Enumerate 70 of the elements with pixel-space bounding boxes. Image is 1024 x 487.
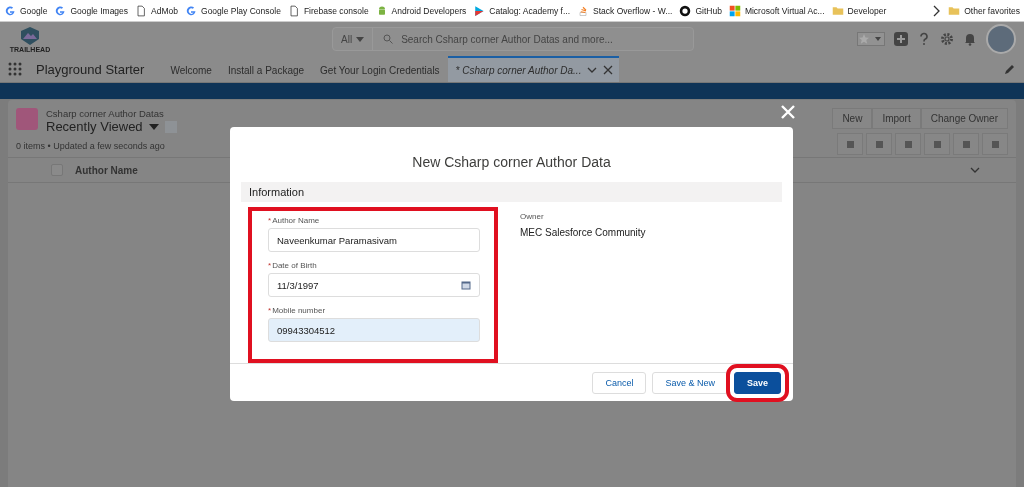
field-label: *Mobile number: [268, 306, 327, 315]
input-field[interactable]: 09943304512: [268, 318, 480, 342]
bookmark-link[interactable]: Google Images: [70, 5, 129, 16]
date-field[interactable]: 11/3/1997: [268, 273, 480, 297]
pencil-button[interactable]: [924, 133, 950, 155]
four-squares-icon: [728, 4, 741, 17]
close-icon[interactable]: [603, 65, 614, 75]
filter-button[interactable]: [982, 133, 1008, 155]
search-placeholder: Search Csharp corner Author Datas and more...: [401, 33, 613, 45]
settings-icon[interactable]: [940, 32, 954, 46]
field-label: *Date of Birth: [268, 261, 318, 270]
page-icon: [135, 4, 148, 17]
list-action-button[interactable]: Import: [872, 108, 921, 129]
plus-icon[interactable]: [894, 32, 908, 46]
page-icon: [287, 4, 300, 17]
table-button[interactable]: [866, 133, 892, 155]
object-name: Csharp corner Author Datas: [46, 108, 165, 119]
bookmark-link[interactable]: Google Play Console: [201, 5, 281, 16]
avatar[interactable]: [986, 24, 1016, 54]
bookmark-link[interactable]: Firebase console: [303, 5, 369, 16]
section-header: Information: [241, 182, 782, 202]
nav-tab[interactable]: Install a Package: [219, 56, 313, 82]
dialog-button[interactable]: Cancel: [592, 371, 647, 394]
help-icon[interactable]: [917, 32, 931, 46]
nav-tab[interactable]: Welcome: [162, 56, 220, 82]
field-label: *Author Name: [268, 216, 321, 225]
search-icon: [383, 34, 394, 44]
app-launcher-icon[interactable]: [8, 62, 22, 76]
play-triangle-icon: [473, 4, 486, 17]
chevron-down-icon[interactable]: [587, 65, 598, 75]
folder-icon: [948, 4, 961, 17]
object-icon: [16, 108, 38, 130]
stack-icon: [577, 4, 590, 17]
folder-icon: [831, 4, 844, 17]
g-letter-icon: [4, 4, 16, 17]
list-action-button[interactable]: Change Owner: [920, 108, 1008, 129]
caret-icon: [356, 35, 365, 43]
list-action-button[interactable]: New: [832, 108, 873, 129]
bookmark-link[interactable]: GitHub: [695, 5, 722, 16]
bookmark-link[interactable]: AdMob: [151, 5, 178, 16]
bookmark-link[interactable]: Developer: [847, 5, 887, 16]
list-view-name[interactable]: Recently Viewed: [46, 119, 143, 134]
chevron-right-icon[interactable]: [931, 4, 942, 17]
g-letter-icon: [54, 4, 67, 17]
chevron-down-icon[interactable]: [970, 165, 980, 175]
mountain-logo-icon: [19, 25, 41, 46]
bell-icon[interactable]: [963, 32, 977, 46]
nav-tab[interactable]: * Csharp corner Author Da...: [447, 56, 620, 82]
owner-label: Owner: [520, 212, 545, 221]
app-name: Playground Starter: [36, 61, 145, 77]
list-status: 0 items • Updated a few seconds ago: [15, 141, 166, 153]
modal-title: New Csharp corner Author Data: [411, 153, 612, 172]
dialog-button[interactable]: Save & New: [652, 371, 728, 394]
chart-button[interactable]: [953, 133, 979, 155]
gear-button[interactable]: [837, 133, 863, 155]
nav-tab[interactable]: Get Your Login Credentials: [312, 56, 448, 82]
bookmark-link[interactable]: Stack Overflow - W...: [593, 5, 673, 16]
input-field[interactable]: Naveenkumar Paramasivam: [268, 228, 480, 252]
caret-icon[interactable]: [148, 122, 159, 131]
scope-label: All: [341, 33, 353, 45]
calendar-icon[interactable]: [461, 280, 471, 290]
refresh-button[interactable]: [895, 133, 921, 155]
g-letter-icon: [185, 4, 197, 17]
bookmark-link[interactable]: Microsoft Virtual Ac...: [744, 5, 825, 16]
owner-value: MEC Salesforce Community: [520, 227, 646, 238]
bookmark-link[interactable]: Google: [20, 5, 48, 16]
bookmark-link[interactable]: Android Developers: [391, 5, 467, 16]
column-header[interactable]: Author Name: [75, 164, 138, 176]
bookmark-link[interactable]: Catalog: Academy f...: [489, 5, 571, 16]
bookmark-link[interactable]: Other favorites: [964, 5, 1020, 16]
